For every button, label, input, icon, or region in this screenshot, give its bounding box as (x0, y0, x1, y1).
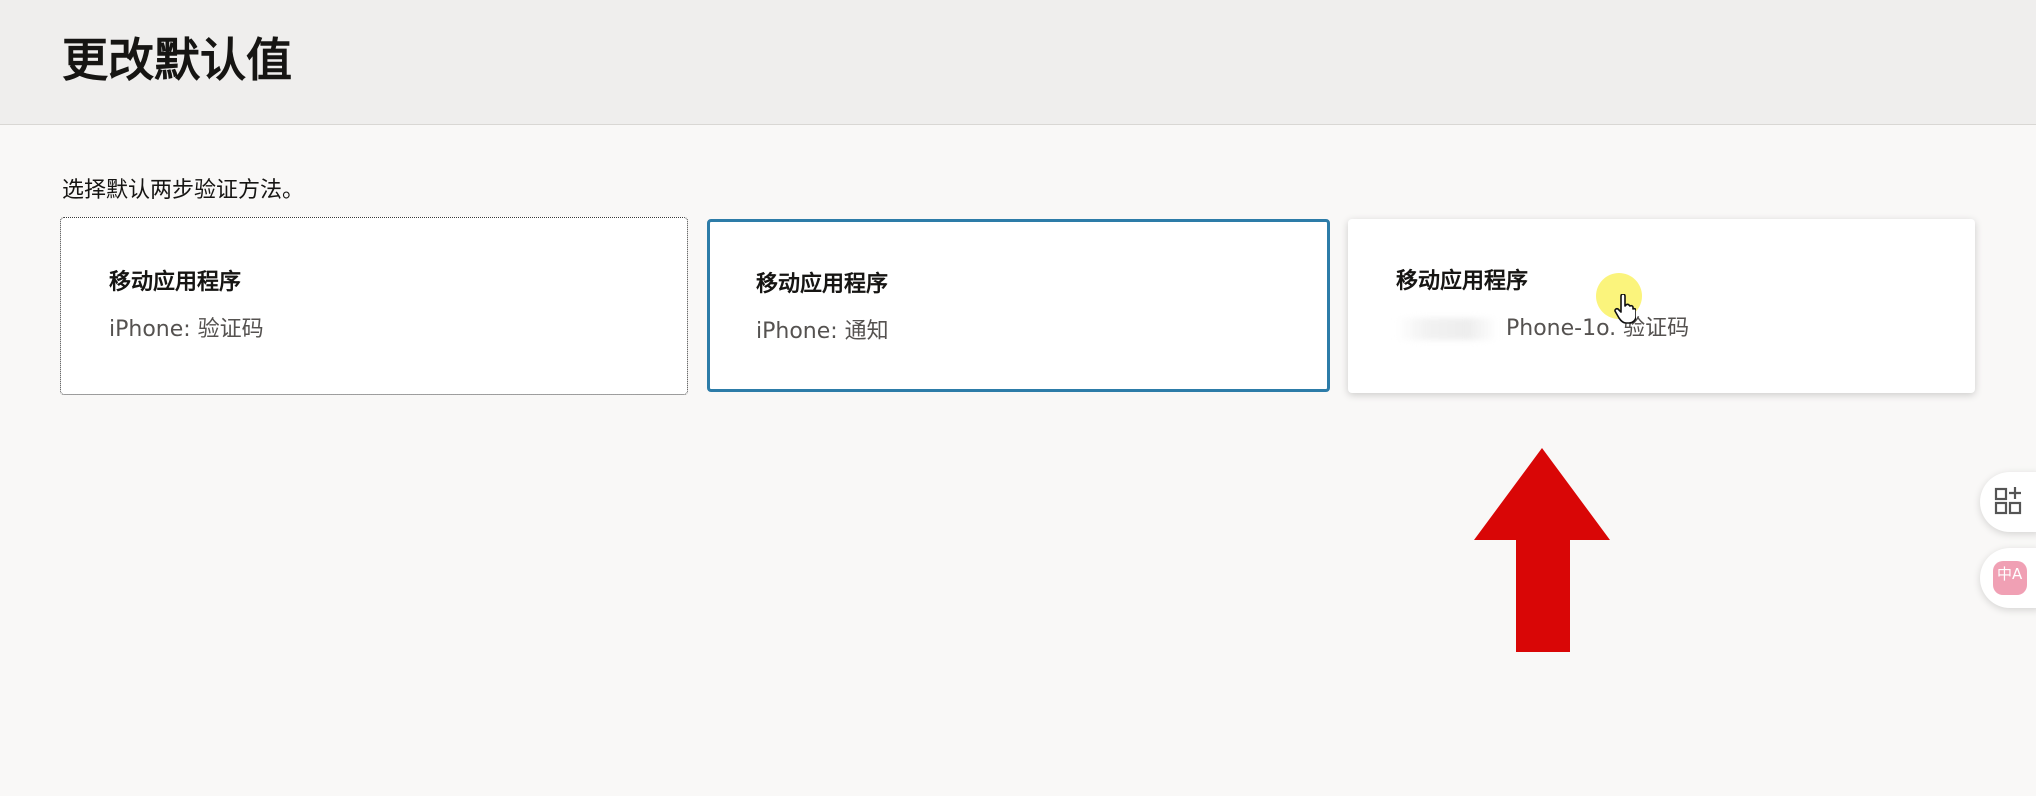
translate-zh-glyph: 中A (1997, 565, 2023, 583)
method-option-iphone-notification[interactable]: 移动应用程序 iPhone: 通知 (707, 219, 1330, 392)
page-title: 更改默认值 (62, 33, 292, 87)
translate-icon: 中A (1993, 561, 2027, 595)
apps-add-button[interactable] (1980, 472, 2036, 532)
red-arrow-annotation (1474, 448, 1610, 652)
method-title: 移动应用程序 (756, 272, 889, 297)
translate-button[interactable]: 中A (1980, 548, 2036, 608)
hand-cursor-icon (1614, 294, 1636, 324)
method-title: 移动应用程序 (1396, 269, 1529, 294)
page-header: 更改默认值 (0, 0, 2036, 125)
method-option-phone-code[interactable]: 移动应用程序 Phone-1o. 验证码 (1348, 219, 1975, 393)
apps-add-icon (1994, 487, 2022, 515)
method-subtitle: iPhone: 验证码 (109, 317, 264, 342)
method-subtitle: iPhone: 通知 (756, 319, 889, 344)
instruction-text: 选择默认两步验证方法。 (62, 178, 305, 203)
method-subtitle: Phone-1o. 验证码 (1506, 316, 1690, 341)
method-option-iphone-code[interactable]: 移动应用程序 iPhone: 验证码 (60, 217, 688, 395)
redacted-device-name (1396, 318, 1498, 340)
method-title: 移动应用程序 (109, 270, 242, 295)
method-subtitle-wrap: Phone-1o. 验证码 (1396, 314, 1689, 344)
